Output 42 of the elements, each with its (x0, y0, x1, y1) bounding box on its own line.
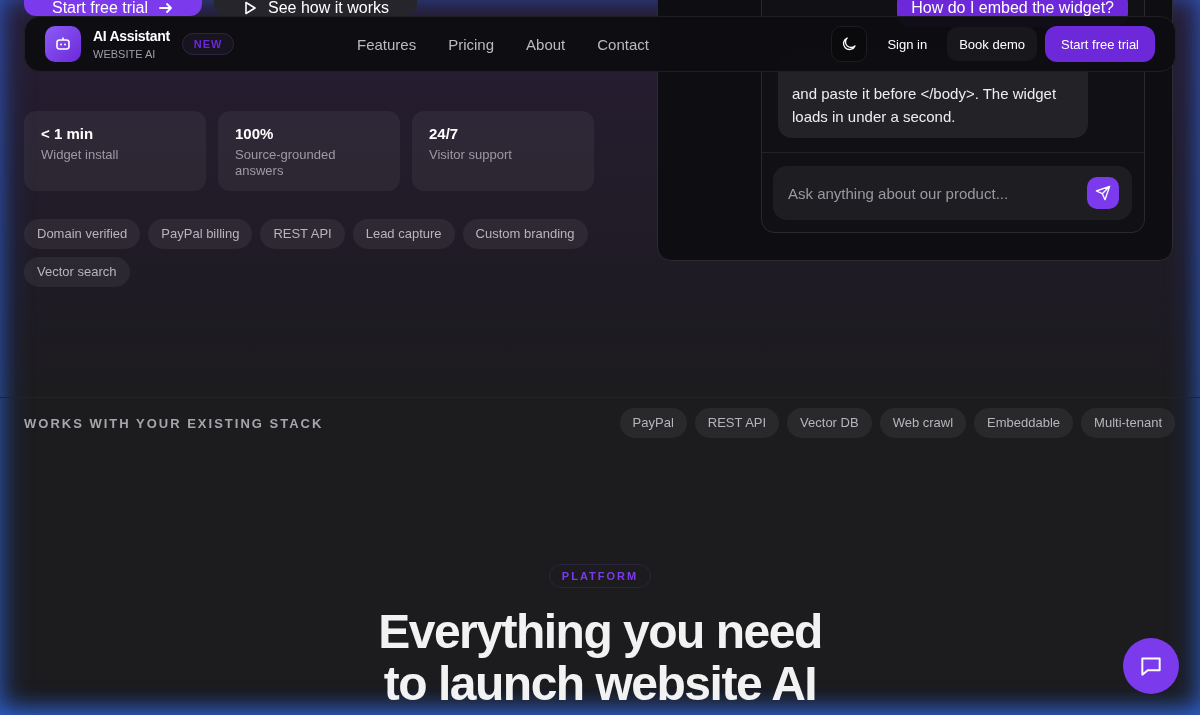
integration-tag: Multi-tenant (1081, 408, 1175, 438)
chat-launcher-button[interactable] (1123, 638, 1179, 694)
brand-name: AI Assistant (93, 28, 170, 44)
integration-tag: Embeddable (974, 408, 1074, 438)
nav-link[interactable]: Features (357, 35, 417, 53)
sign-in-link[interactable]: Sign in (875, 36, 940, 52)
feature-tag: REST API (260, 219, 345, 249)
moon-icon (840, 35, 859, 53)
integration-tag: REST API (694, 408, 780, 438)
stat-value: < 1 min (41, 125, 94, 142)
book-demo-button[interactable]: Book demo (947, 27, 1037, 61)
play-icon (242, 0, 259, 16)
stat-value: 24/7 (429, 125, 459, 142)
theme-toggle-button[interactable] (831, 26, 868, 62)
nav-link[interactable]: Pricing (448, 35, 495, 53)
arrow-icon (158, 0, 175, 16)
nav-link[interactable]: Contact (597, 35, 649, 53)
stack-heading: WORKS WITH YOUR EXISTING STACK (24, 415, 324, 431)
stat-label: Visitor support (429, 147, 513, 163)
nav-link[interactable]: About (526, 35, 566, 53)
start-trial-button[interactable]: Start free trial (1044, 26, 1155, 62)
send-icon (1095, 185, 1111, 201)
send-button[interactable] (1087, 177, 1119, 209)
how-it-works-button[interactable]: See how it works (214, 0, 417, 16)
integration-tag: Vector DB (787, 408, 872, 438)
brand-subtitle: WEBSITE AI (93, 48, 157, 60)
feature-tag: Domain verified (24, 219, 141, 249)
feature-tag: Custom branding (462, 219, 588, 249)
feature-tag: Lead capture (352, 219, 455, 249)
integration-tag: Web crawl (879, 408, 967, 438)
start-trial-button[interactable]: Start free trial (24, 0, 203, 16)
feature-tag: Vector search (24, 257, 130, 287)
message-composer[interactable]: Ask anything about our product... (773, 166, 1132, 220)
stat-label: Widget install (41, 147, 120, 163)
section-heading: Everything you need to launch website AI (378, 606, 822, 710)
robot-logo-icon[interactable] (45, 26, 81, 62)
integration-tag: PayPal (619, 408, 687, 438)
stat-label: Source-grounded answers (235, 147, 337, 179)
new-badge: NEW (181, 33, 235, 55)
chat-input-field[interactable]: Ask anything about our product... (786, 183, 1087, 203)
stat-value: 100% (235, 125, 274, 142)
feature-tag: PayPal billing (148, 219, 253, 249)
